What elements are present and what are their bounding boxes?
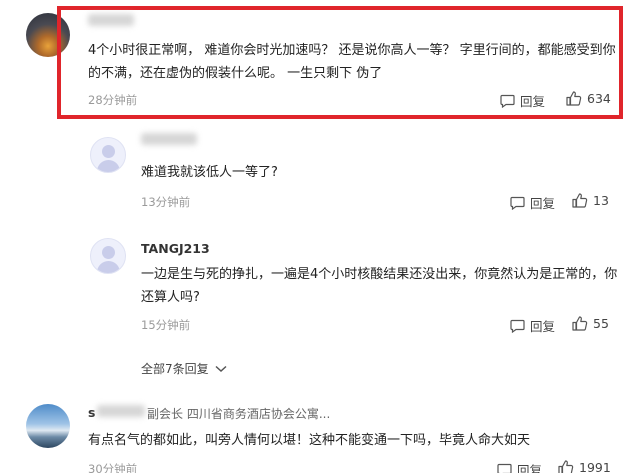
chevron-down-icon [215,365,227,372]
reply-button[interactable]: 回复 [510,193,555,212]
reply-time: 15分钟前 [141,318,191,332]
reply-icon [510,196,525,210]
username-redacted [97,405,145,417]
reply-label: 回复 [520,94,546,109]
like-button[interactable]: 1991 [558,460,611,473]
like-count: 634 [587,91,611,106]
expand-replies-button[interactable]: 全部7条回复 [141,360,227,377]
like-count: 13 [593,193,609,208]
comment-time: 28分钟前 [88,93,138,107]
avatar[interactable] [90,238,126,274]
comment-time: 30分钟前 [88,462,138,473]
reply-time: 13分钟前 [141,195,191,209]
like-button[interactable]: 634 [566,91,611,106]
username-redacted [88,14,134,26]
reply-text: 难道我就该低人一等了? [141,165,278,180]
reply-icon [497,463,512,473]
like-count: 55 [593,316,609,331]
like-button[interactable]: 13 [572,193,609,208]
reply-label: 回复 [517,463,543,473]
reply-button[interactable]: 回复 [510,316,555,335]
reply-button[interactable]: 回复 [497,460,542,473]
reply-username[interactable]: TANGJ213 [141,241,210,256]
like-count: 1991 [579,460,611,473]
thumbs-up-icon [566,91,582,106]
avatar[interactable] [26,404,70,448]
reply-text: 一边是生与死的挣扎，一遍是4个小时核酸结果还没出来，你竟然认为是正常的，你还算人… [141,267,618,305]
reply-label: 回复 [530,196,556,211]
reply-icon [510,319,525,333]
avatar[interactable] [90,137,126,173]
thumbs-up-icon [572,316,588,331]
expand-replies-label: 全部7条回复 [141,362,209,376]
comment-text: 4个小时很正常啊， 难道你会时光加速吗？ 还是说你高人一等？ 字里行间的，都能感… [88,43,616,81]
username-redacted [141,133,197,145]
reply-label: 回复 [530,319,556,334]
thumbs-up-icon [558,460,574,473]
reply-button[interactable]: 回复 [500,91,545,110]
user-title: 副会长 四川省商务酒店协会公寓... [147,407,331,421]
thumbs-up-icon [572,193,588,208]
comment-text: 有点名气的都如此，叫旁人情何以堪！这种不能变通一下吗，毕竟人命大如天 [88,433,531,448]
comment-username[interactable]: s [88,405,95,420]
reply-icon [500,94,515,108]
like-button[interactable]: 55 [572,316,609,331]
